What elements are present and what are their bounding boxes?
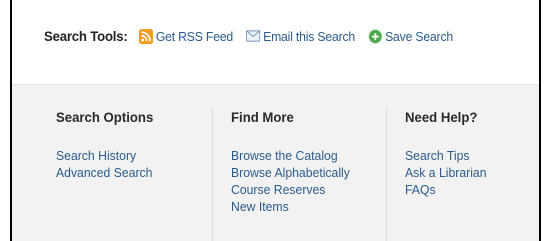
advanced-search-link[interactable]: Advanced Search [56,164,153,181]
column-divider [386,107,387,241]
course-reserves-link[interactable]: Course Reserves [231,181,350,198]
save-search-link[interactable]: Save Search [368,29,453,44]
search-tips-link[interactable]: Search Tips [405,147,487,164]
need-help-column: Need Help? Search Tips Ask a Librarian F… [405,109,492,198]
search-options-column: Search Options Search History Advanced S… [56,109,159,181]
search-history-link[interactable]: Search History [56,147,153,164]
find-more-list: Browse the Catalog Browse Alphabetically… [231,147,357,215]
faqs-link[interactable]: FAQs [405,181,487,198]
search-tools-bar: Search Tools: Get RSS Feed Email this Se… [12,0,539,85]
new-items-link[interactable]: New Items [231,198,350,215]
search-tools-row: Search Tools: Get RSS Feed Email this Se… [44,28,466,44]
save-search-label: Save Search [385,28,453,44]
browse-catalog-link[interactable]: Browse the Catalog [231,147,350,164]
get-rss-feed-link[interactable]: Get RSS Feed [138,28,234,44]
need-help-list: Search Tips Ask a Librarian FAQs [405,147,492,198]
email-icon [246,30,261,42]
find-more-column: Find More Browse the Catalog Browse Alph… [231,109,357,215]
search-options-list: Search History Advanced Search [56,147,159,181]
email-search-link[interactable]: Email this Search [246,29,355,44]
search-tools-panel: Search Tools: Get RSS Feed Email this Se… [10,0,541,241]
search-tools-label: Search Tools: [44,28,128,44]
search-help-columns: Search Options Search History Advanced S… [12,85,539,241]
ask-a-librarian-link[interactable]: Ask a Librarian [405,164,487,181]
column-divider [212,107,213,241]
browse-alphabetically-link[interactable]: Browse Alphabetically [231,164,350,181]
save-plus-icon [368,28,382,44]
rss-icon [138,28,153,44]
get-rss-feed-label: Get RSS Feed [155,28,234,44]
find-more-heading: Find More [231,109,294,125]
need-help-heading: Need Help? [405,109,478,125]
email-search-label: Email this Search [263,28,355,44]
search-options-heading: Search Options [56,109,154,125]
